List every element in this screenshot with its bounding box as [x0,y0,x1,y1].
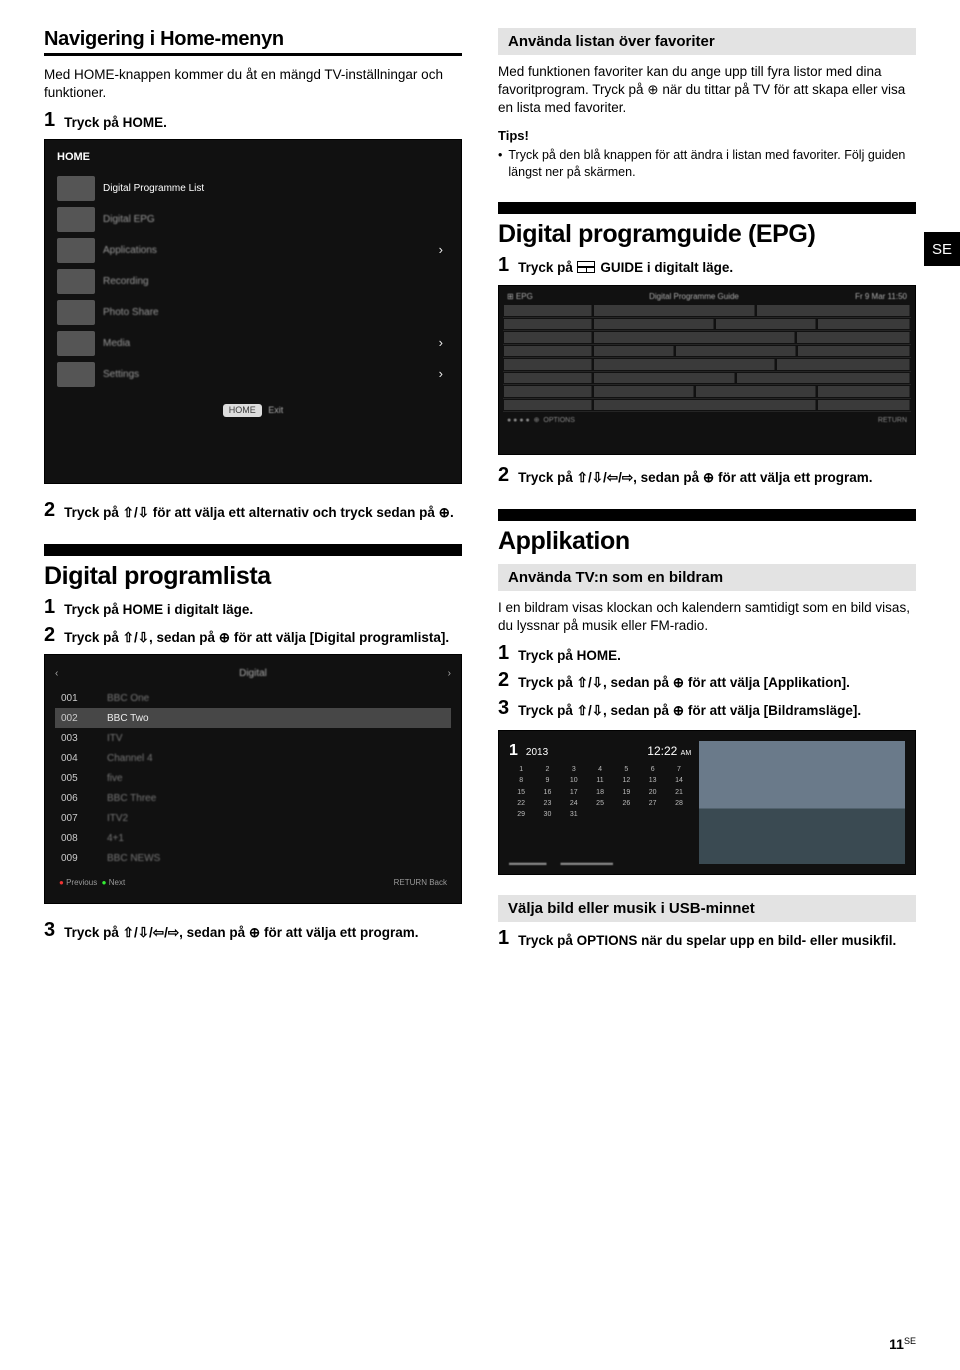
usb-step-1: 1Tryck på OPTIONS när du spelar upp en b… [498,930,916,950]
epg-title: Digital programguide (EPG) [498,220,916,249]
usb-heading: Välja bild eller musik i USB-minnet [498,895,916,922]
app-step-1: 1Tryck på HOME. [498,645,916,665]
applikation-title: Applikation [498,527,916,556]
epg-step-1: 1 Tryck på GUIDE i digitalt läge. [498,257,916,277]
guide-icon [577,261,595,273]
language-tab: SE [924,232,960,266]
nav-intro: Med HOME-knappen kommer du åt en mängd T… [44,66,462,102]
app-step-2: 2Tryck på ⇧/⇩, sedan på ⊕ för att välja … [498,672,916,692]
step-1-home: 1Tryck på HOME. [44,112,462,132]
bildram-text: I en bildram visas klockan och kalendern… [498,599,916,635]
nav-home-title: Navigering i Home-menyn [44,28,462,51]
section-bar [498,509,916,521]
dpl-step-3: 3Tryck på ⇧/⇩/⇦/⇨, sedan på ⊕ för att vä… [44,922,462,942]
picture-frame-screenshot: 1 2013 12:22 AM 123456789101112131415161… [498,730,916,875]
app-step-3: 3Tryck på ⇧/⇩, sedan på ⊕ för att välja … [498,700,916,720]
page-number: 11SE [889,1336,916,1352]
favorites-text: Med funktionen favoriter kan du ange upp… [498,63,916,118]
programme-list-screenshot: ‹Digital› 001BBC One002BBC Two003ITV004C… [44,654,462,904]
tips-bullet: Tryck på den blå knappen för att ändra i… [498,147,916,181]
step-2-select: 2Tryck på ⇧/⇩ för att välja ett alternat… [44,502,462,522]
dpl-step-2: 2Tryck på ⇧/⇩, sedan på ⊕ för att välja … [44,627,462,647]
section-bar [44,544,462,556]
digital-programlista-title: Digital programlista [44,562,462,591]
dpl-step-1: 1Tryck på HOME i digitalt läge. [44,599,462,619]
favorites-heading: Använda listan över favoriter [498,28,916,55]
epg-step-2: 2Tryck på ⇧/⇩/⇦/⇨, sedan på ⊕ för att vä… [498,467,916,487]
divider [44,53,462,56]
home-menu-screenshot: HOME Digital Programme List Digital EPG … [44,139,462,484]
epg-screenshot: ⊞ EPGDigital Programme GuideFr 9 Mar 11:… [498,285,916,455]
section-bar [498,202,916,214]
bildram-heading: Använda TV:n som en bildram [498,564,916,591]
tips-label: Tips! [498,128,916,143]
